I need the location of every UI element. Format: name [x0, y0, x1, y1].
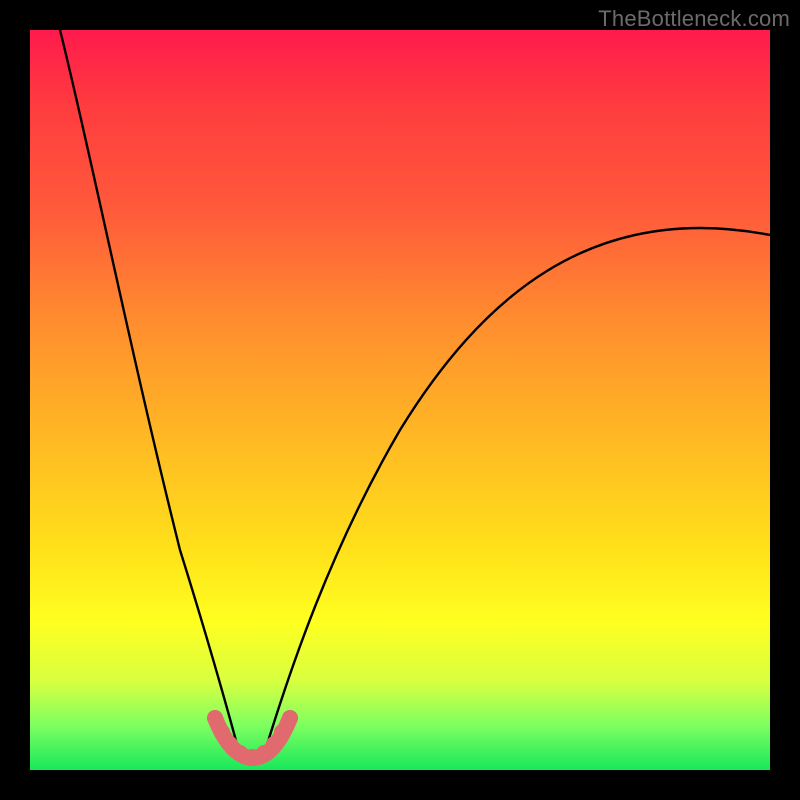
curve-left-branch — [60, 30, 238, 748]
attribution-text: TheBottleneck.com — [598, 6, 790, 32]
plot-area — [30, 30, 770, 770]
valley-marker-dots — [207, 710, 298, 765]
chart-frame: TheBottleneck.com — [0, 0, 800, 800]
curve-layer — [30, 30, 770, 770]
curve-right-branch — [266, 228, 770, 748]
